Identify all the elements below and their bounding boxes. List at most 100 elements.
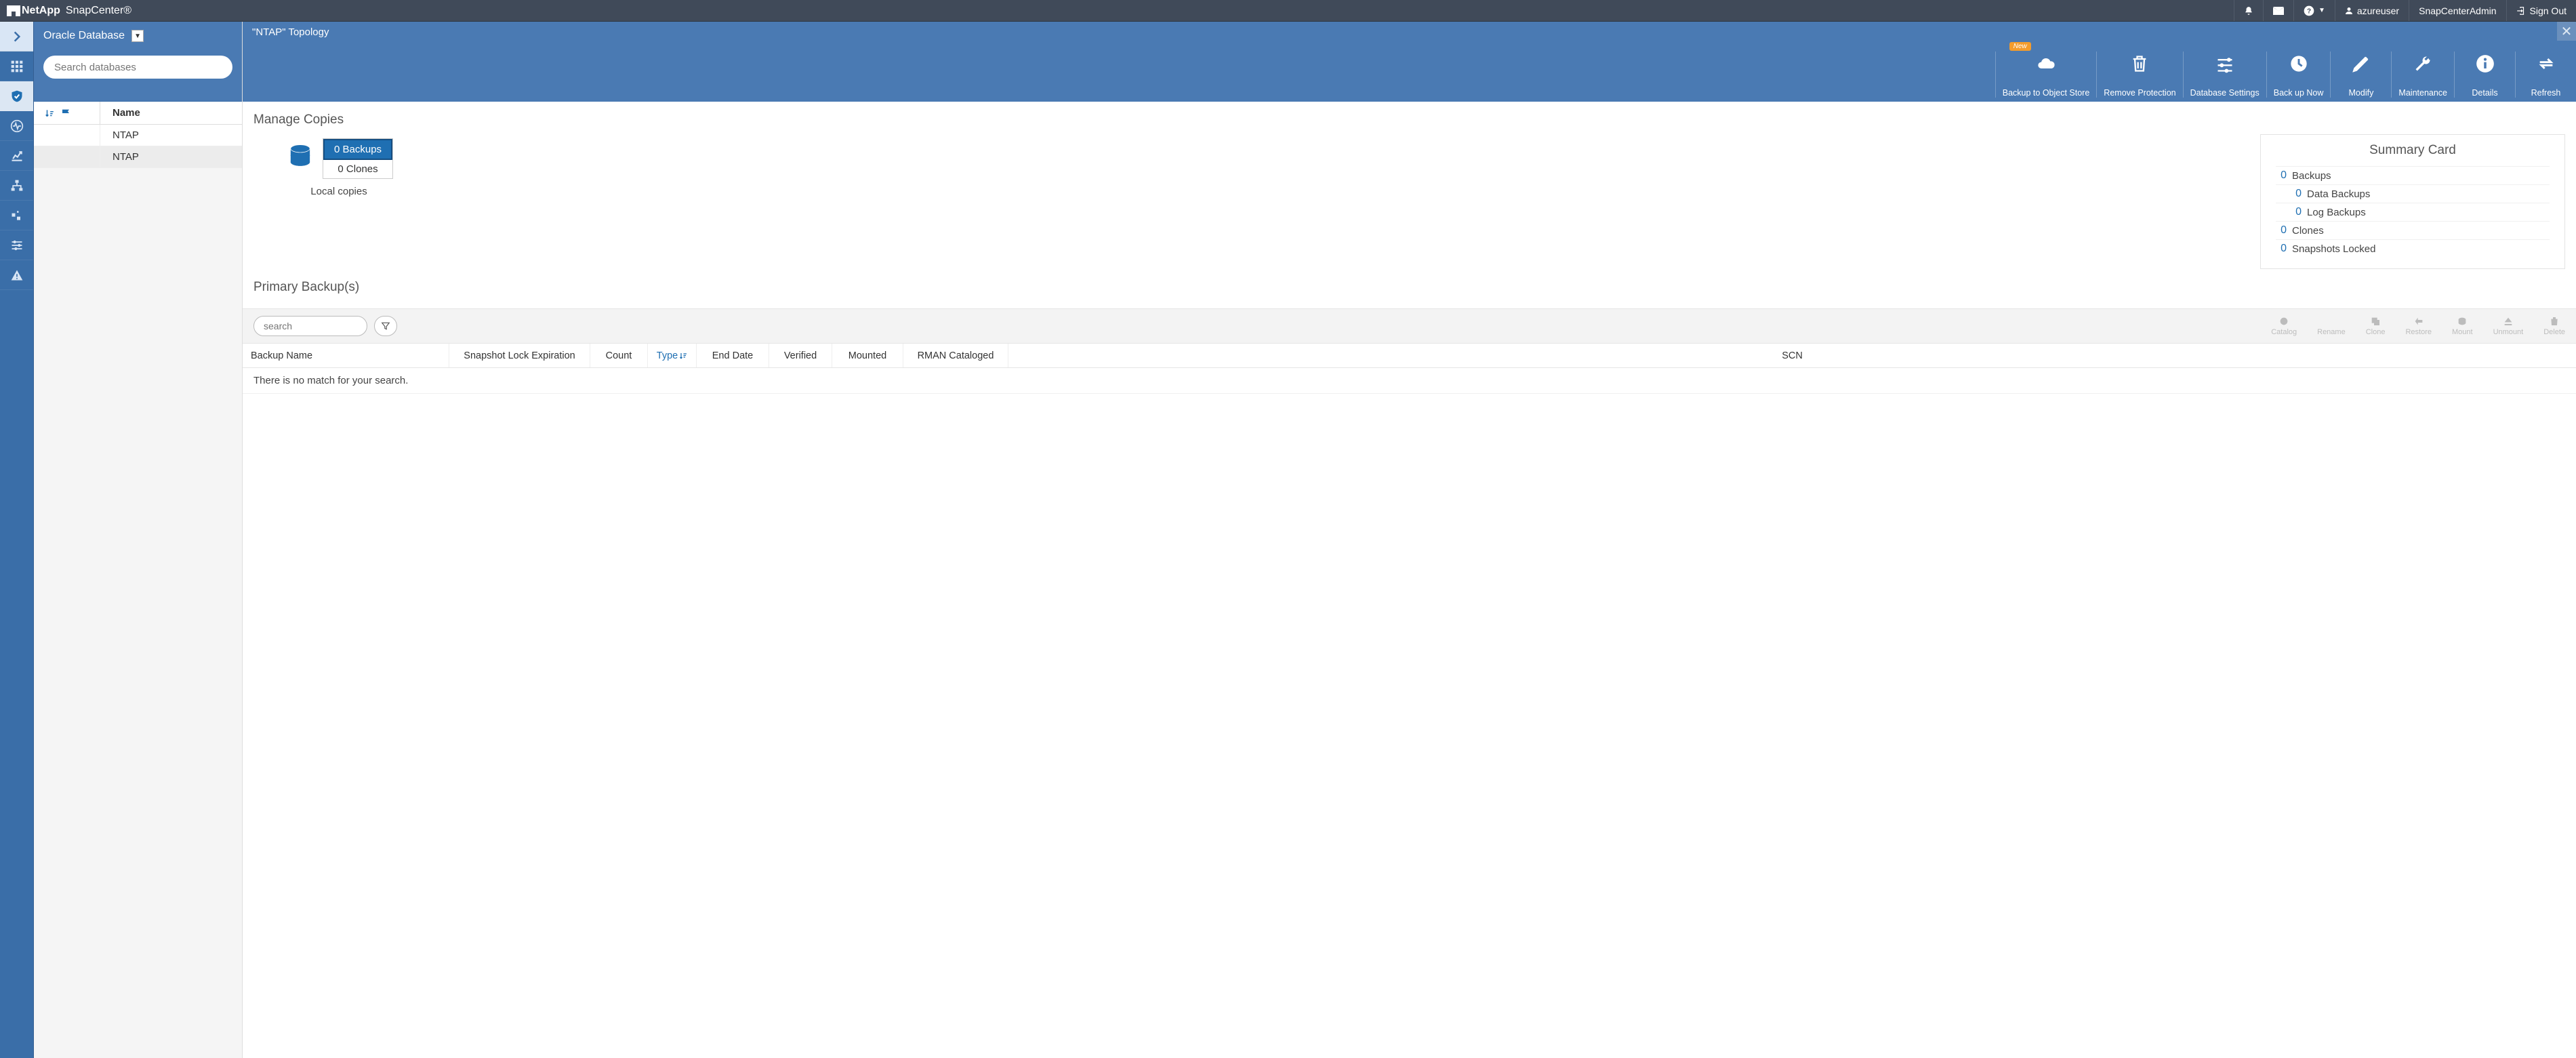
catalog-button[interactable]: Catalog xyxy=(2271,316,2297,336)
resource-sort-controls[interactable] xyxy=(34,102,100,124)
trash-icon xyxy=(2549,316,2560,327)
user-icon xyxy=(2345,6,2353,16)
resource-row[interactable]: NTAP xyxy=(34,146,242,168)
topology-actions: New Backup to Object Store Remove Protec… xyxy=(243,42,2576,102)
remove-protection-button[interactable]: Remove Protection xyxy=(2096,52,2182,98)
signout-label: Sign Out xyxy=(2530,5,2567,16)
details-button[interactable]: Details xyxy=(2454,52,2515,98)
grid-icon xyxy=(10,60,24,73)
refresh-icon xyxy=(2537,54,2556,73)
unmount-button[interactable]: Unmount xyxy=(2493,316,2524,336)
resource-table-header: Name xyxy=(34,102,242,125)
col-verified[interactable]: Verified xyxy=(769,344,832,367)
clock-icon xyxy=(2289,54,2308,73)
resource-row[interactable]: NTAP xyxy=(34,125,242,146)
nav-rail xyxy=(0,22,34,1058)
maintenance-button[interactable]: Maintenance xyxy=(2391,52,2454,98)
summary-snapshots-locked: 0Snapshots Locked xyxy=(2276,239,2550,258)
username-label: azureuser xyxy=(2357,5,2399,16)
shield-check-icon xyxy=(10,89,24,103)
nav-dashboard[interactable] xyxy=(0,52,33,81)
sort-desc-icon xyxy=(679,352,687,360)
backup-now-button[interactable]: Back up Now xyxy=(2266,52,2331,98)
primary-backups-empty-message: There is no match for your search. xyxy=(243,368,2576,394)
chevron-right-icon xyxy=(10,30,24,43)
bell-icon xyxy=(2244,6,2253,16)
help-button[interactable]: ? ▼ xyxy=(2293,0,2335,21)
hierarchy-icon xyxy=(10,179,24,192)
search-databases-input[interactable] xyxy=(43,56,232,79)
product-name: SnapCenter® xyxy=(66,5,131,17)
summary-backups: 0Backups xyxy=(2276,166,2550,184)
chart-up-icon xyxy=(10,149,24,163)
local-clones-cell[interactable]: 0 Clones xyxy=(323,160,392,178)
notifications-button[interactable] xyxy=(2234,0,2263,21)
col-count[interactable]: Count xyxy=(590,344,648,367)
resource-pane: Oracle Database ▼ Name NTAP NTAP xyxy=(34,22,243,1058)
resource-type-label: Oracle Database xyxy=(43,30,125,42)
database-settings-button[interactable]: Database Settings xyxy=(2183,52,2266,98)
backup-to-object-store-button[interactable]: New Backup to Object Store xyxy=(1995,52,2097,98)
modify-button[interactable]: Modify xyxy=(2330,52,2391,98)
nav-expand[interactable] xyxy=(0,22,33,52)
sliders-icon xyxy=(2215,54,2234,73)
nav-monitor[interactable] xyxy=(0,111,33,141)
rename-icon xyxy=(2326,316,2337,327)
col-end-date[interactable]: End Date xyxy=(697,344,769,367)
messages-button[interactable] xyxy=(2263,0,2293,21)
nav-settings[interactable] xyxy=(0,230,33,260)
cloud-icon xyxy=(2037,54,2056,73)
trash-icon xyxy=(2130,54,2149,73)
col-snapshot-lock[interactable]: Snapshot Lock Expiration xyxy=(449,344,590,367)
role-label: SnapCenterAdmin xyxy=(2419,5,2496,16)
summary-log-backups: 0Log Backups xyxy=(2276,203,2550,221)
col-scn[interactable]: SCN xyxy=(1008,344,2576,367)
col-type[interactable]: Type xyxy=(648,344,697,367)
topology-title: "NTAP" Topology xyxy=(252,26,329,38)
catalog-icon xyxy=(2278,316,2289,327)
delete-button[interactable]: Delete xyxy=(2543,316,2565,336)
resource-type-dropdown[interactable]: ▼ xyxy=(131,30,144,42)
local-copies-block: 0 Backups 0 Clones Local copies xyxy=(285,138,393,197)
signout-button[interactable]: Sign Out xyxy=(2506,0,2576,21)
resource-row-name: NTAP xyxy=(100,129,242,141)
flag-icon xyxy=(61,108,72,118)
resource-name-header[interactable]: Name xyxy=(100,107,242,119)
manage-copies-title: Manage Copies xyxy=(243,102,2576,134)
user-button[interactable]: azureuser xyxy=(2335,0,2409,21)
nav-reports[interactable] xyxy=(0,141,33,171)
local-copies-caption: Local copies xyxy=(310,186,367,197)
summary-card-title: Summary Card xyxy=(2276,143,2550,158)
col-backup-name[interactable]: Backup Name xyxy=(243,344,449,367)
netapp-logo: NetApp xyxy=(7,5,60,17)
refresh-button[interactable]: Refresh xyxy=(2515,52,2576,98)
brand-block: NetApp SnapCenter® xyxy=(0,0,131,21)
primary-backups-search-input[interactable] xyxy=(253,316,367,336)
mail-icon xyxy=(2273,7,2284,15)
role-button[interactable]: SnapCenterAdmin xyxy=(2409,0,2506,21)
nav-storage[interactable] xyxy=(0,201,33,230)
restore-button[interactable]: Restore xyxy=(2405,316,2432,336)
mount-button[interactable]: Mount xyxy=(2452,316,2473,336)
svg-text:?: ? xyxy=(2307,7,2311,15)
clone-button[interactable]: Clone xyxy=(2366,316,2386,336)
info-icon xyxy=(2476,54,2495,73)
col-rman[interactable]: RMAN Cataloged xyxy=(903,344,1008,367)
nav-alerts[interactable] xyxy=(0,260,33,290)
local-backups-cell[interactable]: 0 Backups xyxy=(323,139,392,160)
nav-hosts[interactable] xyxy=(0,171,33,201)
filter-button[interactable] xyxy=(374,316,397,336)
sort-icon xyxy=(45,108,54,118)
wrench-icon xyxy=(2413,54,2432,73)
summary-card: Summary Card 0Backups 0Data Backups 0Log… xyxy=(2260,134,2565,269)
clone-icon xyxy=(2370,316,2381,327)
summary-data-backups: 0Data Backups xyxy=(2276,184,2550,203)
resource-row-name: NTAP xyxy=(100,151,242,163)
top-right-actions: ? ▼ azureuser SnapCenterAdmin Sign Out xyxy=(2234,0,2576,21)
nav-resources[interactable] xyxy=(0,81,33,111)
col-mounted[interactable]: Mounted xyxy=(832,344,903,367)
close-topology-button[interactable]: ✕ xyxy=(2557,22,2576,41)
primary-backups-table-header: Backup Name Snapshot Lock Expiration Cou… xyxy=(243,344,2576,368)
rename-button[interactable]: Rename xyxy=(2317,316,2346,336)
help-icon: ? xyxy=(2304,5,2314,16)
